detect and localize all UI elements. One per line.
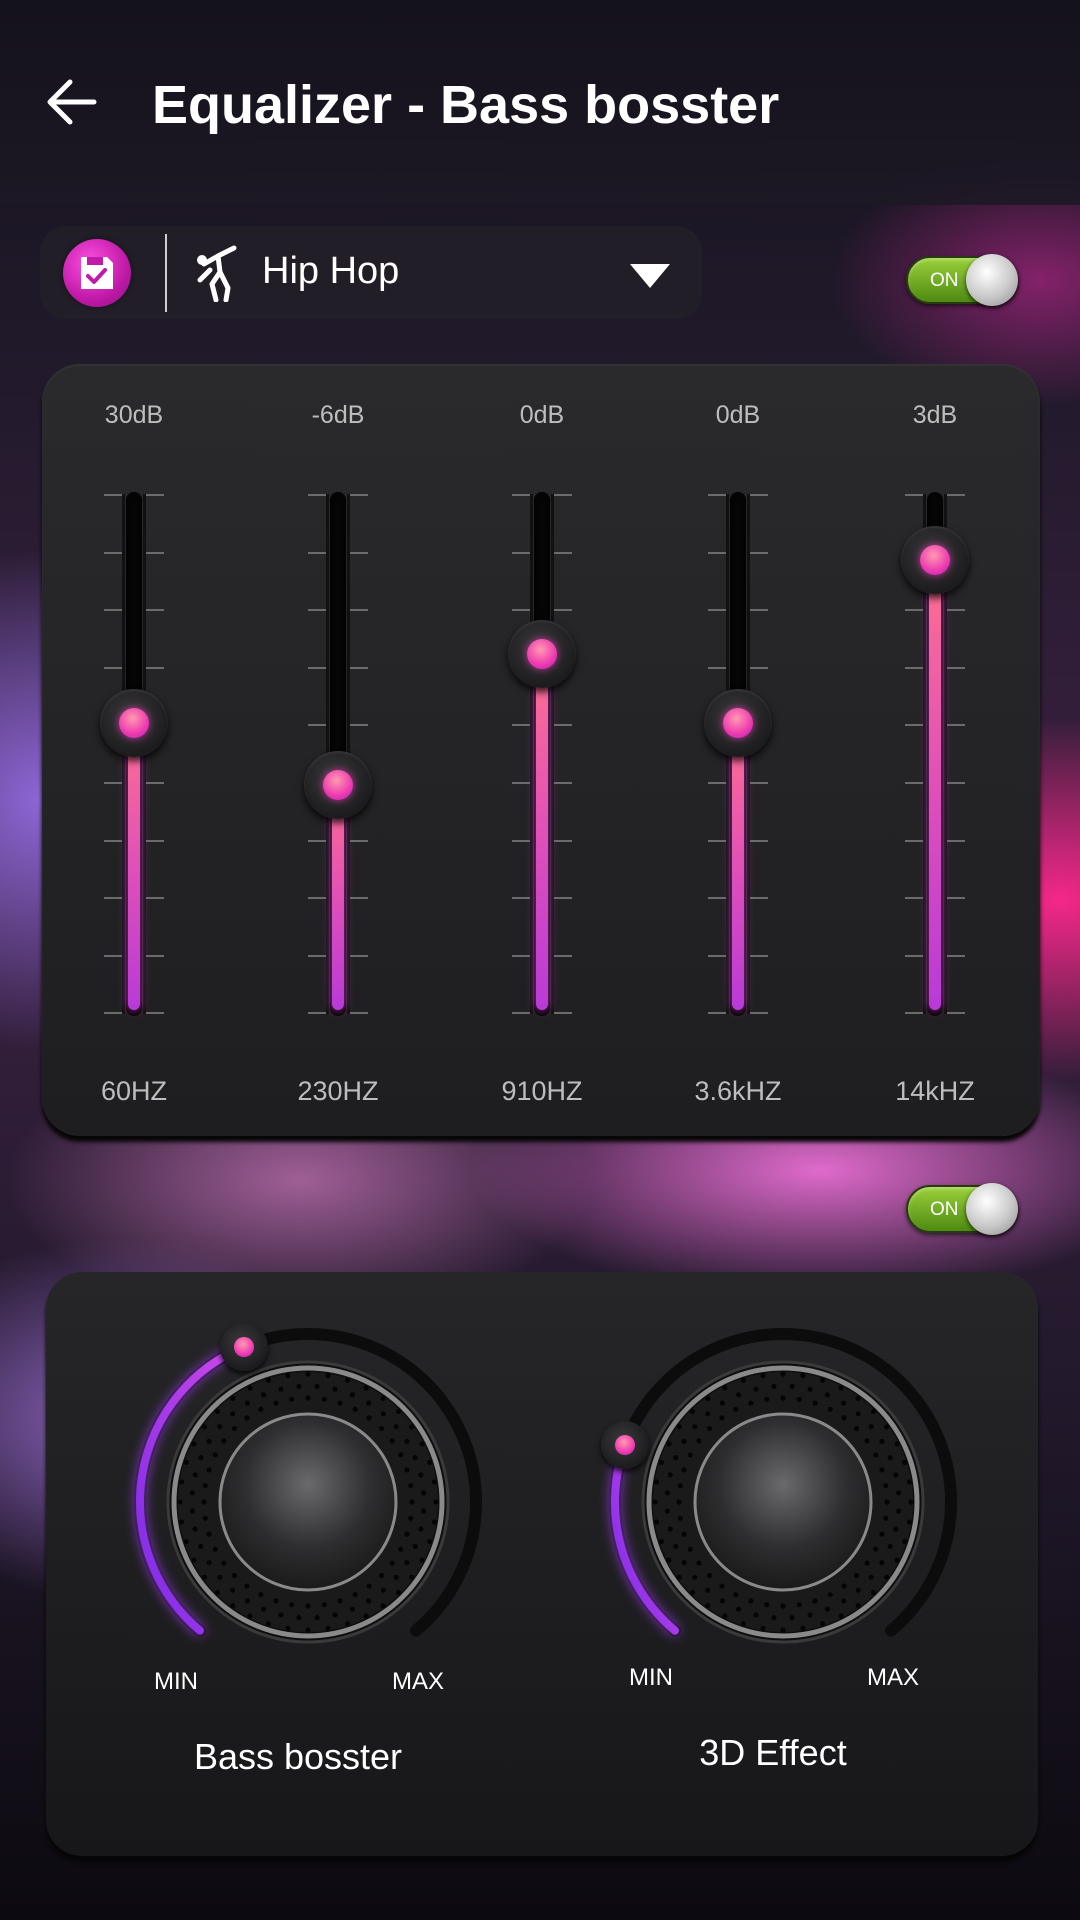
knob-max-label: MAX	[867, 1664, 920, 1691]
equalizer-panel: 30dB 60HZ -6dB 230HZ 0dB 910HZ 0dB 3.6kHZ 3dB 14k…	[42, 364, 1040, 1136]
band-frequency-label: 14kHZ	[895, 1076, 975, 1106]
knob-max-label: MAX	[392, 1668, 445, 1695]
effect-knob[interactable]	[118, 1312, 498, 1692]
eq-band: -6dB 230HZ	[268, 364, 408, 1136]
eq-band: 30dB 60HZ	[64, 364, 204, 1136]
slider-fill	[929, 560, 941, 1010]
slider-fill	[732, 722, 744, 1010]
band-frequency-label: 230HZ	[297, 1076, 379, 1106]
save-check-icon	[81, 257, 113, 289]
band-gain-label: 3dB	[912, 401, 958, 429]
preset-divider	[165, 234, 167, 312]
page-title: Equalizer - Bass bosster	[152, 75, 780, 135]
knob-indicator[interactable]	[219, 1322, 268, 1371]
band-gain-label: 30dB	[104, 401, 164, 429]
band-gain-label: 0dB	[715, 401, 761, 429]
arrow-left-icon	[47, 79, 97, 125]
eq-band: 3dB 14kHZ	[865, 364, 1005, 1136]
band-frequency-label: 60HZ	[100, 1076, 168, 1106]
dancer-icon	[197, 245, 237, 302]
preset-name: Hip Hop	[262, 250, 400, 292]
toggle-label: ON	[930, 270, 959, 291]
slider-fill	[332, 785, 344, 1010]
slider-fill	[128, 722, 140, 1010]
band-frequency-label: 3.6kHZ	[694, 1076, 782, 1106]
preset-selector[interactable]: Hip Hop	[40, 226, 702, 319]
knob-min-label: MIN	[154, 1668, 198, 1695]
back-button[interactable]	[44, 72, 100, 132]
slider-thumb[interactable]	[508, 620, 576, 689]
knob-min-label: MIN	[629, 1664, 673, 1691]
slider-thumb[interactable]	[901, 526, 969, 595]
toggle-knob	[966, 254, 1018, 306]
toggle-label: ON	[930, 1199, 959, 1220]
save-preset-button[interactable]	[63, 239, 131, 307]
knob-indicator[interactable]	[601, 1420, 650, 1469]
effects-toggle[interactable]: ON	[906, 1183, 1018, 1235]
triangle-down-icon[interactable]	[630, 264, 670, 288]
slider-fill	[536, 654, 548, 1010]
band-gain-label: 0dB	[519, 401, 565, 429]
knob-title: Bass bosster	[193, 1736, 403, 1777]
eq-band: 0dB 3.6kHZ	[668, 364, 808, 1136]
band-frequency-label: 910HZ	[501, 1076, 583, 1106]
toggle-knob	[966, 1183, 1018, 1235]
slider-thumb[interactable]	[100, 688, 168, 757]
app-header: Equalizer - Bass bosster	[0, 0, 1080, 205]
eq-band: 0dB 910HZ	[472, 364, 612, 1136]
effects-panel: MIN MAX Bass bosster MIN MAX 3D Effect	[46, 1272, 1038, 1856]
equalizer-toggle[interactable]: ON	[906, 254, 1018, 306]
band-gain-label: -6dB	[311, 401, 365, 429]
slider-thumb[interactable]	[304, 751, 372, 820]
knob-title: 3D Effect	[699, 1732, 847, 1773]
slider-thumb[interactable]	[704, 688, 772, 757]
effect-knob[interactable]	[593, 1312, 973, 1692]
